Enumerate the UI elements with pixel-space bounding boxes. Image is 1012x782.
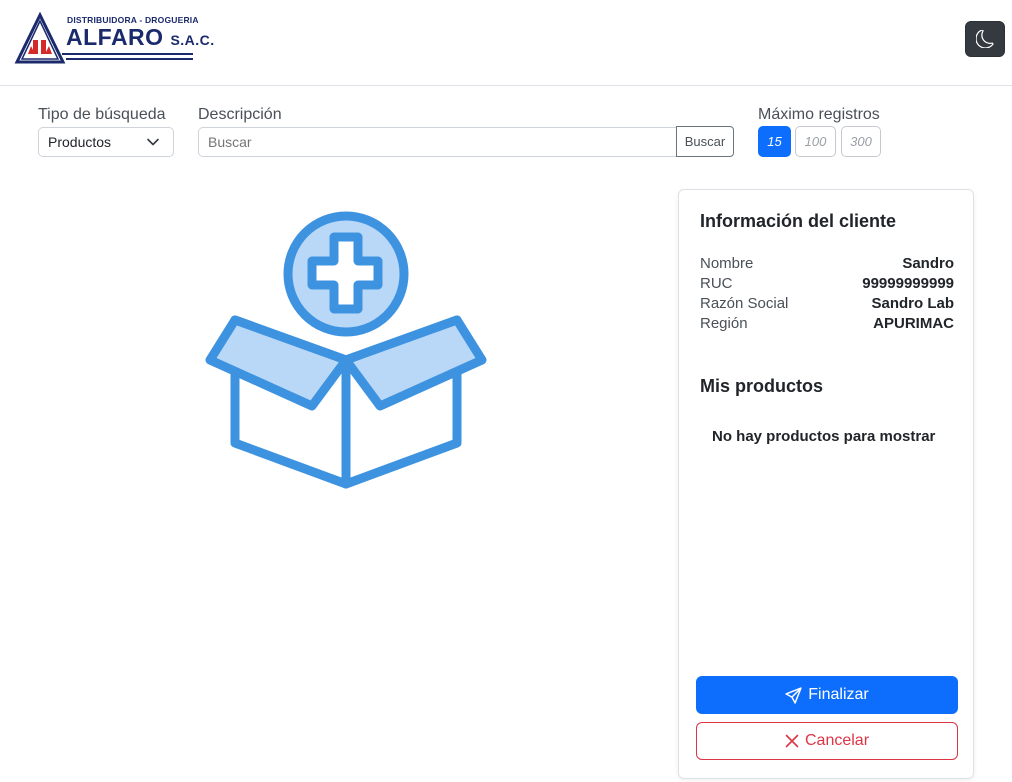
- logo-triangle-icon: [14, 12, 66, 64]
- client-field-region: Región APURIMAC: [700, 315, 954, 335]
- box-add-icon: [205, 211, 487, 489]
- max-records-100-button[interactable]: 100: [795, 126, 836, 157]
- logo-underline-secondary: [66, 58, 193, 60]
- client-field-razon-social: Razón Social Sandro Lab: [700, 295, 954, 315]
- search-input[interactable]: [198, 127, 677, 157]
- client-field-key: Razón Social: [700, 295, 789, 312]
- send-icon: [785, 686, 802, 704]
- client-field-value: APURIMAC: [873, 315, 954, 332]
- moon-icon: [976, 30, 994, 48]
- client-field-nombre: Nombre Sandro: [700, 255, 954, 275]
- client-info-panel: Información del cliente Nombre Sandro RU…: [678, 189, 974, 779]
- logo-underline: [62, 53, 193, 55]
- search-button[interactable]: Buscar: [676, 126, 734, 157]
- client-field-value: 99999999999: [862, 275, 954, 292]
- company-logo[interactable]: DISTRIBUIDORA - DROGUERIA ALFARO S.A.C.: [14, 12, 214, 66]
- finalize-button-label: Finalizar: [808, 686, 869, 703]
- my-products-title: Mis productos: [700, 376, 824, 396]
- client-field-key: RUC: [700, 275, 733, 292]
- search-type-label: Tipo de búsqueda: [38, 106, 166, 123]
- client-field-ruc: RUC 99999999999: [700, 275, 954, 295]
- description-label: Descripción: [198, 106, 282, 123]
- max-records-300-button[interactable]: 300: [841, 126, 881, 157]
- logo-name: ALFARO S.A.C.: [66, 24, 215, 51]
- logo-name-text: ALFARO: [66, 24, 164, 50]
- max-records-label: Máximo registros: [758, 106, 880, 123]
- empty-products-message: No hay productos para mostrar: [712, 428, 936, 445]
- finalize-button[interactable]: Finalizar: [696, 676, 958, 714]
- chevron-down-icon: [147, 138, 159, 146]
- search-type-select[interactable]: Productos: [38, 127, 174, 157]
- cancel-button[interactable]: Cancelar: [696, 722, 958, 760]
- max-records-15-button[interactable]: 15: [758, 126, 791, 157]
- search-type-value: Productos: [48, 134, 112, 150]
- theme-toggle-button[interactable]: [965, 21, 1005, 57]
- logo-suffix: S.A.C.: [170, 32, 215, 48]
- client-field-value: Sandro Lab: [871, 295, 954, 312]
- navbar: DISTRIBUIDORA - DROGUERIA ALFARO S.A.C.: [0, 0, 1012, 86]
- close-icon: [785, 734, 799, 748]
- client-info-title: Información del cliente: [700, 211, 897, 231]
- client-field-key: Nombre: [700, 255, 754, 272]
- client-field-value: Sandro: [902, 255, 954, 272]
- cancel-button-label: Cancelar: [804, 732, 870, 749]
- client-field-key: Región: [700, 315, 748, 332]
